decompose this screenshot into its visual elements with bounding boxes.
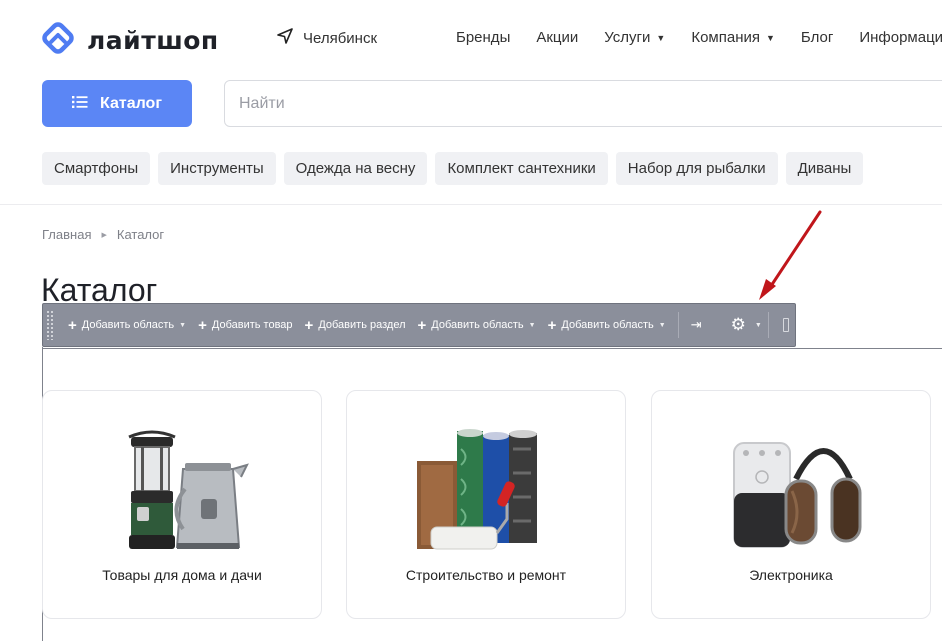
tag-fishing-set[interactable]: Набор для рыбалки: [615, 152, 778, 185]
caret-down-icon: ▼: [179, 321, 187, 329]
toolbar-divider: [677, 312, 679, 338]
toolbar-button-label: Добавить раздел: [318, 319, 406, 331]
location-arrow-icon: [277, 28, 293, 48]
plus-icon: +: [68, 316, 77, 334]
nav-item-services[interactable]: Услуги ▼: [604, 29, 665, 46]
edit-area-border: [42, 348, 942, 349]
caret-down-icon: ▼: [656, 32, 666, 43]
search-input[interactable]: [224, 80, 942, 127]
city-name: Челябинск: [303, 29, 378, 47]
nav-label: Блог: [800, 29, 834, 46]
catalog-button[interactable]: Каталог: [42, 80, 192, 127]
plus-icon: +: [198, 316, 207, 334]
tag-plumbing-set[interactable]: Комплект сантехники: [435, 152, 608, 185]
logo-icon: [41, 21, 75, 60]
add-section-button[interactable]: + Добавить раздел: [299, 304, 412, 346]
city-selector[interactable]: Челябинск: [277, 28, 377, 48]
category-card[interactable]: Электроника: [651, 390, 931, 619]
nav-item-blog[interactable]: Блог: [801, 29, 833, 46]
tag-smartphones[interactable]: Смартфоны: [42, 152, 151, 185]
add-area-button-3[interactable]: + Добавить область ▼: [542, 304, 672, 346]
nav-label: Услуги: [604, 29, 651, 46]
caret-down-icon: ▼: [658, 321, 666, 329]
tag-spring-clothes[interactable]: Одежда на весну: [283, 152, 428, 185]
add-product-button[interactable]: + Добавить товар: [192, 304, 298, 346]
lantern-kettle-image: [43, 429, 321, 554]
category-card[interactable]: Товары для дома и дачи: [42, 390, 322, 619]
nav-item-info[interactable]: Информация: [859, 29, 942, 46]
wallpaper-roller-image: [347, 429, 625, 554]
logo-text: лайтшоп: [87, 26, 219, 55]
tag-sofas[interactable]: Диваны: [785, 152, 864, 185]
breadcrumb-separator-icon: ▶: [101, 231, 107, 239]
top-navigation: Бренды Акции Услуги ▼ Компания ▼ Блог Инфо…: [456, 29, 942, 46]
breadcrumb-current: Каталог: [116, 227, 165, 242]
plus-icon: +: [417, 316, 427, 334]
popular-tags: Смартфоны Инструменты Одежда на весну Ко…: [42, 152, 864, 185]
add-area-button-2[interactable]: + Добавить область ▼: [412, 304, 542, 346]
caret-down-icon: ▼: [528, 321, 536, 329]
pin-icon[interactable]: ⇥: [685, 317, 708, 333]
nav-label: Компания: [691, 29, 760, 46]
plus-icon: +: [547, 316, 557, 334]
category-label: Электроника: [749, 567, 833, 583]
category-label: Товары для дома и дачи: [102, 567, 262, 583]
nav-label: Информация: [859, 29, 942, 46]
caret-down-icon[interactable]: ▼: [755, 322, 762, 329]
breadcrumb: Главная ▶ Каталог: [42, 227, 164, 242]
tag-tools[interactable]: Инструменты: [158, 152, 276, 185]
header-divider: [0, 204, 942, 205]
nav-item-company[interactable]: Компания ▼: [691, 29, 775, 46]
toolbar-button-label: Добавить область: [561, 319, 654, 331]
list-icon: [72, 95, 88, 113]
breadcrumb-home[interactable]: Главная: [42, 227, 91, 242]
toolbar-button-label: Добавить область: [81, 319, 175, 331]
nav-label: Акции: [536, 29, 579, 46]
add-area-button[interactable]: + Добавить область ▼: [62, 304, 192, 346]
admin-toolbar: + Добавить область ▼ + Добавить товар + …: [42, 303, 796, 347]
speaker-headphones-image: [652, 429, 930, 554]
gear-icon[interactable]: ⚙: [721, 315, 750, 335]
caret-down-icon: ▼: [766, 32, 775, 43]
category-label: Строительство и ремонт: [405, 567, 567, 583]
toolbar-divider: [767, 312, 769, 338]
nav-item-brands[interactable]: Бренды: [456, 29, 510, 46]
nav-label: Бренды: [456, 29, 511, 46]
drag-handle-icon[interactable]: [46, 310, 54, 340]
toolbar-resize-handle-icon[interactable]: [782, 318, 789, 332]
toolbar-button-label: Добавить товар: [211, 319, 293, 331]
logo[interactable]: лайтшоп: [41, 21, 219, 60]
plus-icon: +: [304, 316, 314, 334]
nav-item-promotions[interactable]: Акции: [536, 29, 578, 46]
toolbar-button-label: Добавить область: [431, 319, 524, 331]
category-card[interactable]: Строительство и ремонт: [346, 390, 626, 619]
catalog-button-label: Каталог: [100, 94, 162, 112]
